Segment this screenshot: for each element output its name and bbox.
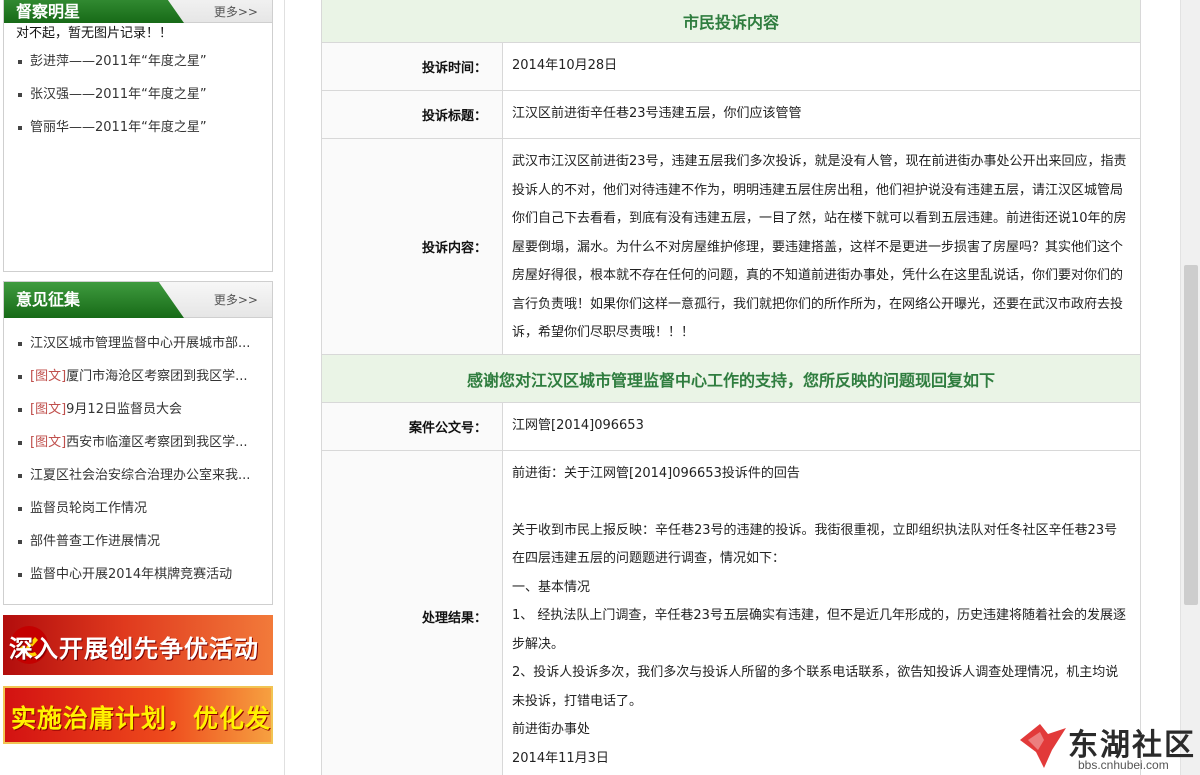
stars-panel-header: 督察明星 更多>>: [4, 0, 272, 23]
banner-party-campaign[interactable]: 深入开展创先争优活动: [3, 615, 273, 675]
case-number-row: 案件公文号： 江网管[2014]096653: [321, 403, 1141, 451]
opinion-more-link[interactable]: 更多>>: [214, 282, 258, 318]
stars-list: 彭进萍——2011年“年度之星” 张汉强——2011年“年度之星” 管丽华——2…: [4, 45, 272, 144]
list-item[interactable]: 彭进萍——2011年“年度之星”: [4, 45, 272, 78]
result-line: 1、 经执法队上门调查，辛任巷23号五层确实有违建，但不是近几年形成的，历史违建…: [512, 608, 1126, 652]
result-line: 关于收到市民上报反映：辛任巷23号的违建的投诉。我街很重视，立即组织执法队对任冬…: [512, 522, 1118, 567]
section-title: 市民投诉内容: [682, 13, 779, 32]
banner-text: 实施治庸计划，优化发展环境: [11, 704, 272, 733]
opinion-list: 江汉区城市管理监督中心开展城市部... [图文]厦门市海沧区考察团到我区学...…: [4, 318, 272, 591]
list-item[interactable]: [图文]9月12日监督员大会: [4, 393, 272, 426]
opinion-panel: 意见征集 更多>> 江汉区城市管理监督中心开展城市部... [图文]厦门市海沧区…: [3, 281, 273, 605]
bird-logo-icon: [1020, 724, 1066, 768]
complaint-time-value: 2014年10月28日: [512, 58, 618, 74]
list-item[interactable]: 江汉区城市管理监督中心开展城市部...: [4, 327, 272, 360]
list-item[interactable]: 监督员轮岗工作情况: [4, 492, 272, 525]
list-item[interactable]: [图文]西安市临潼区考察团到我区学...: [4, 426, 272, 459]
opinion-panel-header: 意见征集 更多>>: [4, 282, 272, 318]
list-item[interactable]: 部件普查工作进展情况: [4, 525, 272, 558]
vertical-scrollbar[interactable]: [1180, 0, 1200, 775]
complaint-section-header: 市民投诉内容: [321, 0, 1141, 43]
list-item[interactable]: 张汉强——2011年“年度之星”: [4, 78, 272, 111]
list-item[interactable]: 监督中心开展2014年棋牌竞赛活动: [4, 558, 272, 591]
field-label: 投诉时间：: [322, 43, 503, 90]
stars-more-link[interactable]: 更多>>: [214, 1, 258, 23]
section-title: 感谢您对江汉区城市管理监督中心工作的支持，您所反映的问题现回复如下: [466, 370, 995, 390]
field-label: 投诉标题：: [322, 91, 503, 138]
complaint-content-value: 武汉市江汉区前进街23号，违建五层我们多次投诉，就是没有人管，现在前进街办事处公…: [512, 154, 1127, 340]
case-number-value: 江网管[2014]096653: [512, 418, 644, 434]
field-label: 投诉内容：: [322, 139, 503, 354]
complaint-title-row: 投诉标题： 江汉区前进街辛任巷23号违建五层，你们应该管管: [321, 91, 1141, 139]
field-label: 处理结果：: [322, 451, 503, 775]
banner-governance[interactable]: 实施治庸计划，优化发展环境: [3, 686, 273, 744]
complaint-time-row: 投诉时间： 2014年10月28日: [321, 43, 1141, 91]
stars-empty-message: 对不起，暂无图片记录！！: [16, 26, 173, 41]
list-item[interactable]: 江夏区社会治安综合治理办公室来我...: [4, 459, 272, 492]
result-line: 一、基本情况: [512, 579, 591, 595]
field-label: 案件公文号：: [322, 403, 503, 450]
left-sidebar: 督察明星 更多>> 对不起，暂无图片记录！！ 彭进萍——2011年“年度之星” …: [0, 0, 285, 775]
site-watermark: 东湖社区 bbs.cnhubei.com: [1018, 718, 1194, 775]
opinion-panel-title: 意见征集: [4, 282, 184, 318]
scrollbar-thumb[interactable]: [1184, 265, 1198, 605]
stars-panel-title: 督察明星: [4, 0, 184, 23]
reply-section-header: 感谢您对江汉区城市管理监督中心工作的支持，您所反映的问题现回复如下: [321, 355, 1141, 403]
complaint-title-value: 江汉区前进街辛任巷23号违建五层，你们应该管管: [512, 106, 802, 122]
result-line: [512, 489, 1128, 517]
stars-panel: 督察明星 更多>> 对不起，暂无图片记录！！ 彭进萍——2011年“年度之星” …: [3, 0, 273, 272]
list-item[interactable]: 管丽华——2011年“年度之星”: [4, 111, 272, 144]
list-item[interactable]: [图文]厦门市海沧区考察团到我区学...: [4, 360, 272, 393]
watermark-url: bbs.cnhubei.com: [1078, 758, 1169, 772]
complaint-content-row: 投诉内容： 武汉市江汉区前进街23号，违建五层我们多次投诉，就是没有人管，现在前…: [321, 139, 1141, 355]
result-line: 2、投诉人投诉多次，我们多次与投诉人所留的多个联系电话联系，欲告知投诉人调查处理…: [512, 665, 1119, 709]
result-line: 前进街：关于江网管[2014]096653投诉件的回告: [512, 466, 800, 481]
banner-text: 深入开展创先争优活动: [9, 635, 259, 663]
